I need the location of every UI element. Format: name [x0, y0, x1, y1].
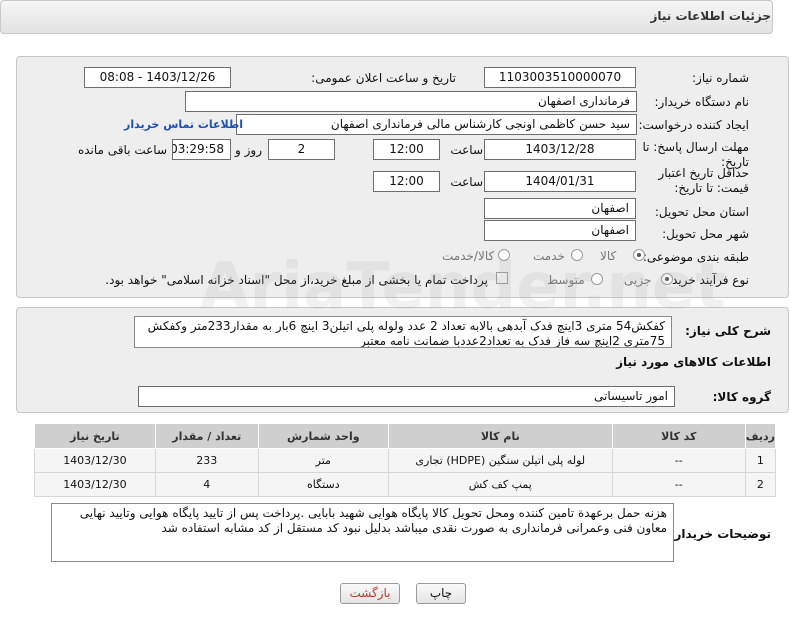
buyer-contact-link[interactable]: اطلاعات تماس خریدار [124, 118, 243, 131]
price-validity-time-field: 12:00 [373, 171, 440, 192]
description-label: شرح کلی نیاز: [685, 324, 771, 338]
col-item-code: کد کالا [611, 423, 746, 449]
cell-item-name: پمپ کف کش [387, 472, 613, 497]
cell-unit: دستگاه [257, 472, 389, 497]
col-row-number: ردیف [744, 423, 777, 449]
items-table: ردیف کد کالا نام کالا واحد شمارش تعداد /… [34, 423, 777, 497]
col-unit: واحد شمارش [257, 423, 389, 449]
need-number-label: شماره نیاز: [692, 71, 749, 85]
cell-row-number: 2 [744, 472, 777, 497]
province-label: استان محل تحویل: [654, 205, 749, 219]
cell-item-name: لوله پلی اتیلن سنگین (HDPE) تجاری [387, 448, 613, 473]
cell-need-date: 1403/12/30 [34, 448, 156, 473]
goods-group-label: گروه کالا: [712, 390, 771, 404]
province-field: اصفهان [484, 198, 636, 219]
goods-section-title: اطلاعات کالاهای مورد نیاز [616, 355, 771, 369]
col-quantity: تعداد / مقدار [154, 423, 259, 449]
time-remaining-field: 03:29:58 [172, 139, 231, 160]
city-field: اصفهان [484, 220, 636, 241]
creator-label: ایجاد کننده درخواست: [638, 118, 749, 132]
buyer-org-label: نام دستگاه خریدار: [654, 95, 750, 109]
cell-item-code: -- [611, 472, 746, 497]
print-button[interactable]: چاپ [416, 583, 466, 604]
days-label: روز و [235, 143, 262, 157]
announce-date-label: تاریخ و ساعت اعلان عمومی: [311, 71, 456, 85]
send-deadline-date-field: 1403/12/28 [484, 139, 636, 160]
price-validity-label: حداقل تاریخ اعتبار قیمت: تا تاریخ: [658, 166, 749, 195]
goods-group-field: امور تاسیساتی [138, 386, 675, 407]
buyer-org-field: فرمانداری اصفهان [185, 91, 637, 112]
cell-quantity: 233 [154, 448, 259, 473]
items-table-header: ردیف کد کالا نام کالا واحد شمارش تعداد /… [34, 423, 777, 449]
buyer-notes-label: توضیحات خریدار: [669, 527, 771, 541]
page-title: جزئیات اطلاعات نیاز [650, 9, 771, 23]
city-label: شهر محل تحویل: [662, 227, 749, 241]
days-remaining-field: 2 [268, 139, 335, 160]
time-remaining-label: ساعت باقی مانده [77, 143, 167, 157]
send-deadline-time-label: ساعت [450, 143, 483, 157]
site-watermark: AriaTender.net [200, 250, 726, 324]
price-validity-date-field: 1404/01/31 [484, 171, 636, 192]
price-validity-time-label: ساعت [450, 175, 483, 189]
cell-unit: متر [257, 448, 389, 473]
need-number-field: 1103003510000070 [484, 67, 636, 88]
creator-field: سید حسن کاظمی اونجی کارشناس مالی فرماندا… [236, 114, 637, 135]
back-button[interactable]: بازگشت [340, 583, 400, 604]
page-header: جزئیات اطلاعات نیاز [0, 0, 773, 34]
cell-row-number: 1 [744, 448, 777, 473]
send-deadline-time-field: 12:00 [373, 139, 440, 160]
table-row: 2 -- پمپ کف کش دستگاه 4 1403/12/30 [34, 472, 777, 497]
col-need-date: تاریخ نیاز [34, 423, 156, 449]
announce-date-field: 1403/12/26 - 08:08 [84, 67, 231, 88]
cell-quantity: 4 [154, 472, 259, 497]
cell-item-code: -- [611, 448, 746, 473]
buyer-notes-text: هزنه حمل برعهدة تامین کننده ومحل تحویل ک… [51, 503, 674, 562]
table-row: 1 -- لوله پلی اتیلن سنگین (HDPE) تجاری م… [34, 448, 777, 473]
cell-need-date: 1403/12/30 [34, 472, 156, 497]
col-item-name: نام کالا [387, 423, 613, 449]
